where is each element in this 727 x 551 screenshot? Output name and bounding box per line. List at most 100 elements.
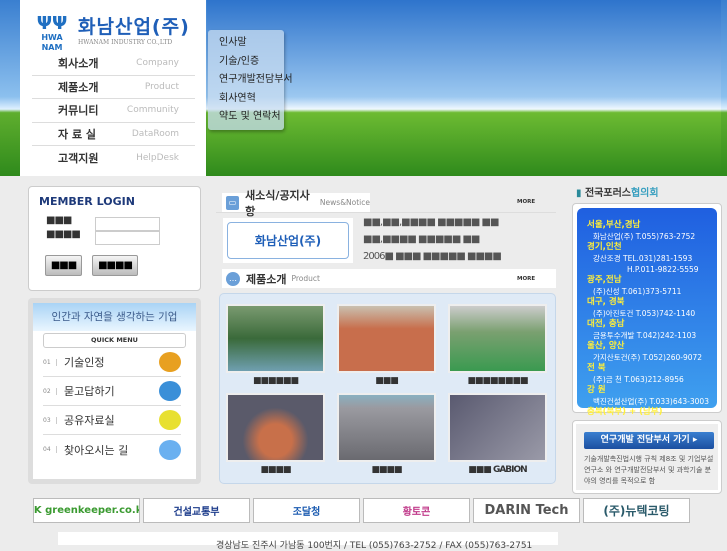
forum-contact: 백진건설산업(주) T.033)643-3003	[593, 397, 709, 406]
forum-region: 대구, 경북	[587, 297, 625, 307]
password-input[interactable]	[95, 231, 160, 245]
news-header: ▭ 새소식/공지사항 News&Notice	[222, 189, 370, 218]
product-header: … 제품소개 Product	[222, 269, 556, 288]
forum-region: 대전, 충남	[587, 319, 625, 329]
news-logo-text: 화남산업(주)	[227, 222, 349, 259]
item-num: 03	[43, 416, 57, 424]
nav-dataroom[interactable]: 자 료 실 DataRoom	[32, 123, 195, 146]
news-item[interactable]: ■■,■■,■■■■ ■■■■■ ■■	[363, 217, 501, 234]
rnd-button[interactable]: 연구개발 전담부서 가기 ▸	[584, 432, 714, 449]
product-gallery: ■■■■■■ ■■■ ■■■■■■■■ ■■■■ ■■■■ ■■■ GABION	[219, 293, 556, 484]
product-photo[interactable]	[337, 393, 436, 462]
hero-image	[207, 0, 721, 176]
forum-region: 강 원	[587, 385, 606, 395]
banner-hwangtocon[interactable]: 황토콘	[363, 498, 470, 523]
nav-company[interactable]: 회사소개 Company	[32, 52, 195, 76]
submenu-rnd[interactable]: 연구개발전담부서	[219, 71, 293, 90]
news-title-en: News&Notice	[319, 198, 370, 207]
news-item[interactable]: ■■,■■■■ ■■■■■ ■■	[363, 234, 501, 251]
login-button[interactable]: ■■■	[45, 255, 82, 276]
banner-text: 황토콘	[402, 507, 431, 518]
banner-newtech[interactable]: (주)뉴텍코팅	[583, 498, 690, 523]
rnd-description: 기술개발촉진법시행 규칙 제8조 및 기업부설연구소 와 연구개발전담부서 및 …	[584, 455, 714, 485]
product-photo[interactable]	[448, 304, 547, 373]
nav-product[interactable]: 제품소개 Product	[32, 76, 195, 99]
forum-contact: H.P.011-9822-5559	[627, 265, 699, 274]
nav-label: 자 료 실	[58, 127, 97, 141]
product-photo[interactable]	[226, 393, 325, 462]
nav-label-en: HelpDesk	[136, 152, 179, 163]
company-name: 화남산업(주)	[78, 16, 190, 38]
member-login: MEMBER LOGIN ■■■ ■■■■ ■■■ ■■■■	[28, 186, 201, 291]
banner-pps[interactable]: 조달청	[253, 498, 360, 523]
quick-item-files[interactable]: 03 공유자료실	[43, 406, 181, 435]
quick-item-qna[interactable]: 02 묻고답하기	[43, 377, 181, 406]
banner-darin[interactable]: DARIN Tech	[473, 498, 580, 523]
banner-greenkeeper[interactable]: GK greenkeeper.co.kr	[33, 498, 140, 523]
product-caption[interactable]: ■■■■	[226, 465, 325, 475]
news-title: 새소식/공지사항	[245, 188, 310, 218]
forum-region: 전 북	[587, 363, 606, 373]
nav-label: 회사소개	[58, 57, 99, 71]
nav-label: 커뮤니티	[58, 104, 99, 118]
submenu-certification[interactable]: 기술/인증	[219, 53, 284, 72]
forum-region: 경기,인천	[587, 242, 622, 252]
forum-contact: (주)아진토건 T.053)742-1140	[593, 309, 696, 318]
banner-text: (주)뉴텍코팅	[603, 504, 670, 518]
clock-icon	[159, 410, 181, 430]
item-label: 묻고답하기	[64, 385, 115, 398]
id-label: ■■■	[46, 215, 72, 226]
product-caption[interactable]: ■■■■	[337, 465, 436, 475]
login-title: MEMBER LOGIN	[39, 195, 135, 208]
nav-label-en: Product	[144, 81, 179, 92]
product-caption[interactable]: ■■■■■■■■	[448, 376, 547, 386]
nav-label: 제품소개	[58, 80, 99, 94]
product-caption[interactable]: ■■■■■■	[226, 376, 325, 386]
nav-label: 고객지원	[58, 151, 99, 165]
product-caption[interactable]: ■■■ GABION	[448, 465, 547, 475]
forum-contact: (주)신성 T.061)373-5711	[593, 287, 682, 296]
item-num: 01	[43, 358, 57, 366]
id-input[interactable]	[95, 217, 160, 231]
slogan: 인간과 자연을 생각하는 기업	[33, 303, 196, 331]
item-label: 기술인정	[64, 356, 105, 369]
submenu-location[interactable]: 약도 및 연락처	[219, 108, 284, 127]
join-button[interactable]: ■■■■	[92, 255, 138, 276]
news-logo-banner[interactable]: 화남산업(주)	[223, 218, 353, 263]
product-photo[interactable]	[448, 393, 547, 462]
magnifier-icon	[159, 439, 181, 460]
forum-region: 충북(북부) + (남부)	[587, 407, 663, 417]
nav-community[interactable]: 커뮤니티 Community	[32, 99, 195, 123]
nav-label-en: DataRoom	[131, 128, 179, 139]
logo[interactable]: ΨΨ HWA NAM 화남산업(주) HWANAM INDUSTRY CO.,LTD	[34, 12, 190, 53]
divider	[216, 212, 556, 213]
banner-text: 건설교통부	[173, 507, 220, 518]
item-num: 02	[43, 387, 57, 395]
forum-contact: (주)금 천 T.063)212-8956	[593, 375, 684, 384]
product-caption[interactable]: ■■■	[337, 376, 436, 386]
news-item[interactable]: 2006■ ■■■ ■■■■■ ■■■■	[363, 251, 502, 268]
banner-moct[interactable]: 건설교통부	[143, 498, 250, 523]
news-more-link[interactable]: MORE	[517, 199, 535, 205]
submenu-greeting[interactable]: 인사말	[219, 34, 284, 53]
company-submenu: 인사말 기술/인증 연구개발전담부서 회사연혁 약도 및 연락처	[208, 30, 293, 130]
forum-region: 서울,부산,경남	[587, 220, 641, 230]
nav-label-en: Community	[126, 105, 179, 116]
submenu-history[interactable]: 회사연혁	[219, 90, 284, 109]
product-title: 제품소개	[246, 272, 287, 286]
banner-text: GK greenkeeper.co.kr	[33, 505, 140, 516]
forum-contact: 화남산업(주) T.055)763-2752	[593, 232, 696, 241]
news-list: ■■,■■,■■■■ ■■■■■ ■■ ■■,■■■■ ■■■■■ ■■ 200…	[363, 217, 502, 268]
quick-item-tech[interactable]: 01 기술인정	[43, 348, 181, 377]
forum-contacts: 서울,부산,경남화남산업(주) T.055)763-2752 경기,인천강산조경 …	[572, 203, 722, 428]
product-photo[interactable]	[337, 304, 436, 373]
nav-helpdesk[interactable]: 고객지원 HelpDesk	[32, 146, 195, 170]
quick-item-directions[interactable]: 04 찾아오시는 길	[43, 435, 181, 464]
forum-region: 울산, 양산	[587, 341, 625, 351]
speech-icon: …	[226, 271, 240, 286]
product-more-link[interactable]: MORE	[517, 276, 535, 282]
logo-mark-text: HWA NAM	[41, 33, 63, 52]
partner-banners: GK greenkeeper.co.kr 건설교통부 조달청 황토콘 DARIN…	[33, 498, 690, 523]
product-photo[interactable]	[226, 304, 325, 373]
forum-contact: 강산조경 TEL.031)281-1593	[593, 254, 693, 263]
